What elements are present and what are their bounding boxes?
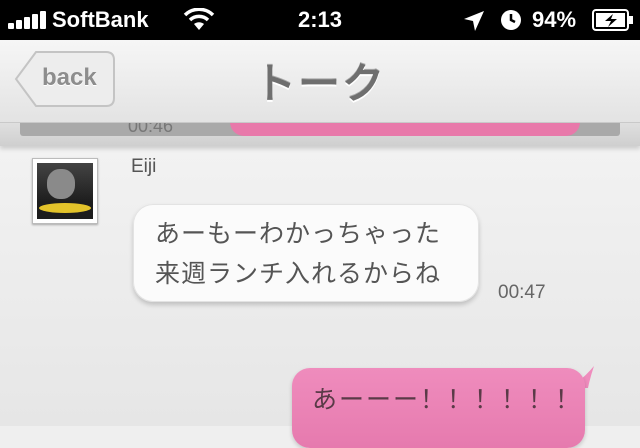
- page-title: トーク: [253, 59, 386, 108]
- message-text-line: 来週ランチ入れるからね: [155, 259, 442, 288]
- partial-outgoing-bubble[interactable]: [230, 122, 580, 136]
- partial-message-time: 00:46: [128, 122, 174, 136]
- message-text-line: あーもーわかっちゃった: [155, 219, 442, 248]
- battery-icon: [592, 9, 633, 31]
- avatar-cap: [39, 203, 91, 213]
- message-text-line: あーーー！！！！！！: [312, 385, 583, 414]
- location-icon: [464, 11, 484, 31]
- status-bar: SoftBank 2:13 94%: [0, 0, 640, 40]
- nav-shelf: 00:46: [0, 122, 640, 146]
- chat-area[interactable]: Eiji あーもーわかっちゃった 来週ランチ入れるからね 00:47 あーーー！…: [0, 146, 640, 448]
- avatar[interactable]: [32, 158, 98, 224]
- avatar-face: [47, 169, 75, 199]
- sender-name: Eiji: [131, 156, 157, 177]
- message-time: 00:47: [498, 282, 546, 303]
- navigation-bar: back トーク: [0, 40, 640, 123]
- alarm-icon: [501, 10, 521, 30]
- outgoing-message-bubble[interactable]: あーーー！！！！！！: [292, 368, 585, 448]
- battery-percent: 94%: [532, 7, 577, 32]
- incoming-message-bubble[interactable]: あーもーわかっちゃった 来週ランチ入れるからね: [133, 204, 479, 302]
- avatar-photo: [37, 163, 93, 219]
